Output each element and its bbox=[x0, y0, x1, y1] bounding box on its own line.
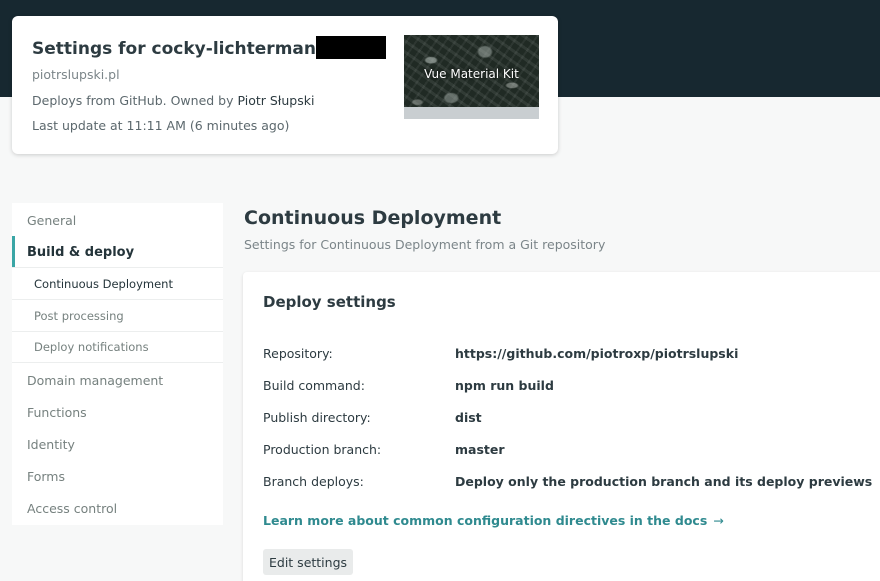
deploy-source-prefix: Deploys from GitHub. Owned by bbox=[32, 93, 238, 108]
owner-name: Piotr Słupski bbox=[237, 93, 315, 108]
edit-settings-button[interactable]: Edit settings bbox=[263, 549, 354, 575]
redacted-block bbox=[315, 36, 386, 59]
publish-directory-label: Publish directory: bbox=[263, 410, 371, 425]
sidebar-item-build-deploy[interactable]: Build & deploy bbox=[12, 236, 223, 268]
production-branch-value: master bbox=[455, 442, 505, 457]
build-command-label: Build command: bbox=[263, 378, 365, 393]
sidebar-item-identity[interactable]: Identity bbox=[12, 428, 223, 460]
sidebar-item-access-control[interactable]: Access control bbox=[12, 492, 223, 524]
build-command-value: npm run build bbox=[455, 378, 554, 393]
settings-sidebar: General Build & deploy Continuous Deploy… bbox=[12, 203, 223, 525]
production-branch-label: Production branch: bbox=[263, 442, 382, 457]
site-url[interactable]: piotrslupski.pl bbox=[32, 67, 120, 82]
deploy-settings-panel: Deploy settings Repository: https://gith… bbox=[243, 272, 880, 581]
sidebar-item-functions[interactable]: Functions bbox=[12, 396, 223, 428]
arrow-right-icon: → bbox=[713, 513, 724, 528]
preview-footer bbox=[404, 107, 539, 119]
docs-link-text[interactable]: Learn more about common configuration di… bbox=[263, 513, 707, 528]
repository-value: https://github.com/piotroxp/piotrslupski bbox=[455, 346, 739, 361]
section-subtitle: Settings for Continuous Deployment from … bbox=[244, 237, 606, 252]
preview-title: Vue Material Kit bbox=[424, 67, 519, 81]
repository-label: Repository: bbox=[263, 346, 333, 361]
site-title-text: Settings for cocky-lichterman bbox=[32, 39, 316, 59]
sidebar-subitem-deploy-notifications[interactable]: Deploy notifications bbox=[12, 331, 223, 363]
sidebar-subitem-post-processing[interactable]: Post processing bbox=[12, 299, 223, 331]
page-title: Settings for cocky-lichterman bbox=[32, 36, 386, 59]
branch-deploys-label: Branch deploys: bbox=[263, 474, 364, 489]
sidebar-item-domain-management[interactable]: Domain management bbox=[12, 364, 223, 396]
sidebar-item-general[interactable]: General bbox=[12, 204, 223, 236]
docs-link[interactable]: Learn more about common configuration di… bbox=[263, 513, 724, 528]
sidebar-item-forms[interactable]: Forms bbox=[12, 460, 223, 492]
panel-title: Deploy settings bbox=[263, 293, 396, 311]
site-header-card: Settings for cocky-lichterman piotrslups… bbox=[12, 16, 558, 154]
publish-directory-value: dist bbox=[455, 410, 482, 425]
branch-deploys-value: Deploy only the production branch and it… bbox=[455, 474, 873, 489]
site-preview-thumbnail[interactable]: Vue Material Kit bbox=[404, 35, 539, 119]
section-title: Continuous Deployment bbox=[244, 207, 502, 229]
last-update-text: Last update at 11:11 AM (6 minutes ago) bbox=[32, 118, 290, 133]
deploy-source-text: Deploys from GitHub. Owned by Piotr Słup… bbox=[32, 93, 314, 108]
sidebar-subitem-continuous-deployment[interactable]: Continuous Deployment bbox=[12, 267, 223, 299]
